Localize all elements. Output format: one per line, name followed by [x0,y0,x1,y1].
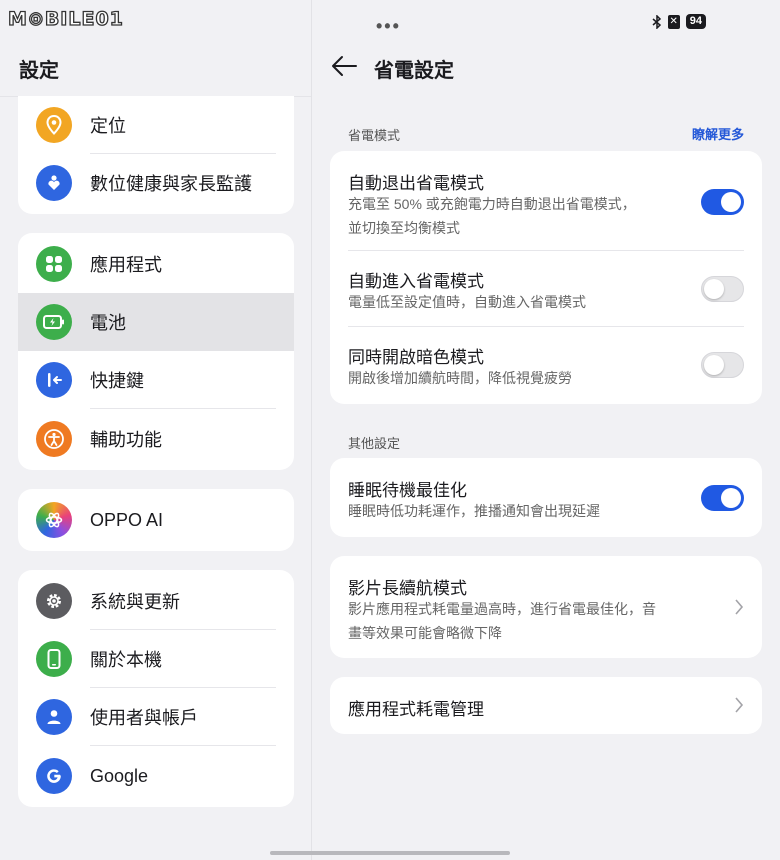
sidebar-item-label: 輔助功能 [90,430,162,450]
setting-row-sleep-standby[interactable]: 睡眠待機最佳化 睡眠時低功耗運作，推播通知會出現延遲 [330,458,762,537]
sidebar-item-google[interactable]: Google [18,747,294,805]
power-saving-card: 自動退出省電模式 充電至 50% 或充飽電力時自動退出省電模式， 並切換至均衡模… [330,151,762,404]
location-icon [36,107,72,143]
battery-level-badge: 94 [685,14,706,29]
setting-subtitle: 電量低至設定值時，自動進入省電模式 [348,294,586,310]
setting-row-video-endurance[interactable]: 影片長續航模式 影片應用程式耗電量過高時，進行省電最佳化，音 畫等效果可能會略微… [330,556,762,658]
status-bar: ✕ 94 [652,14,706,29]
sidebar-item-apps[interactable]: 應用程式 [18,235,294,293]
setting-title: 同時開啟暗色模式 [348,348,484,367]
setting-subtitle: 充電至 50% 或充飽電力時自動退出省電模式， 並切換至均衡模式 [348,192,636,240]
accessibility-icon [36,421,72,457]
setting-subtitle: 影片應用程式耗電量過高時，進行省電最佳化，音 畫等效果可能會略微下降 [348,597,656,645]
row-divider [90,745,276,746]
sim-off-icon: ✕ [667,14,680,29]
setting-title: 自動進入省電模式 [348,272,484,291]
section-header-other: 其他設定 [348,436,401,451]
sleep-standby-toggle[interactable] [701,485,744,511]
sidebar-item-label: OPPO AI [90,509,164,530]
auto-exit-toggle[interactable] [701,189,744,215]
settings-sidebar: M⊙BILE01 設定 定位 數位健康與家長監護 應用程式 電池 快捷鍵 輔助功… [0,0,311,860]
sidebar-item-label: 數位健康與家長監護 [90,174,252,194]
sidebar-item-digital-wellbeing[interactable]: 數位健康與家長監護 [18,154,294,212]
sidebar-item-users-accounts[interactable]: 使用者與帳戶 [18,688,294,746]
auto-enter-toggle[interactable] [701,276,744,302]
sidebar-item-label: 電池 [90,313,126,333]
sidebar-title: 設定 [19,60,59,82]
sidebar-card-4: 系統與更新 關於本機 使用者與帳戶 Google [18,570,294,807]
video-endurance-card: 影片長續航模式 影片應用程式耗電量過高時，進行省電最佳化，音 畫等效果可能會略微… [330,556,762,658]
subtitle-line: 影片應用程式耗電量過高時，進行省電最佳化，音 [348,601,656,617]
setting-title: 自動退出省電模式 [348,174,484,193]
sidebar-item-location[interactable]: 定位 [18,96,294,154]
sidebar-item-oppo-ai[interactable]: OPPO AI [18,491,294,549]
setting-row-app-power[interactable]: 應用程式耗電管理 [330,677,762,734]
setting-row-auto-exit[interactable]: 自動退出省電模式 充電至 50% 或充飽電力時自動退出省電模式， 並切換至均衡模… [330,151,762,251]
dark-mode-toggle[interactable] [701,352,744,378]
sidebar-item-accessibility[interactable]: 輔助功能 [18,410,294,468]
setting-row-auto-enter[interactable]: 自動進入省電模式 電量低至設定值時，自動進入省電模式 [330,251,762,327]
sidebar-item-label: Google [90,765,149,786]
sidebar-card-3: OPPO AI [18,489,294,551]
sidebar-card-2: 應用程式 電池 快捷鍵 輔助功能 [18,233,294,470]
sidebar-card-1: 定位 數位健康與家長監護 [18,96,294,214]
battery-saver-page: ••• ✕ 94 省電設定 省電模式 瞭解更多 自動退出省電模式 充電至 50%… [312,0,780,860]
bluetooth-icon [652,14,661,29]
battery-icon [36,304,72,340]
subtitle-line: 畫等效果可能會略微下降 [348,625,502,641]
sidebar-item-label: 關於本機 [90,650,162,670]
app-power-card: 應用程式耗電管理 [330,677,762,734]
back-arrow-icon[interactable] [330,54,358,78]
subtitle-line: 充電至 50% 或充飽電力時自動退出省電模式， [348,196,636,212]
learn-more-link[interactable]: 瞭解更多 [692,124,744,143]
page-title: 省電設定 [374,60,454,82]
setting-title: 影片長續航模式 [348,579,467,598]
shortcut-icon [36,362,72,398]
apps-icon [36,246,72,282]
chevron-right-icon [735,599,744,615]
sidebar-item-label: 使用者與帳戶 [90,708,198,728]
setting-title: 睡眠待機最佳化 [348,481,467,500]
oppo-ai-icon [36,502,72,538]
digital-wellbeing-icon [36,165,72,201]
row-divider [90,408,276,409]
section-header-power-saving: 省電模式 [348,128,401,143]
sleep-standby-card: 睡眠待機最佳化 睡眠時低功耗運作，推播通知會出現延遲 [330,458,762,537]
setting-subtitle: 睡眠時低功耗運作，推播通知會出現延遲 [348,503,600,519]
sidebar-item-about-phone[interactable]: 關於本機 [18,630,294,688]
sidebar-item-label: 應用程式 [90,255,162,275]
home-indicator[interactable] [270,851,510,855]
google-icon [36,758,72,794]
sidebar-item-label: 快捷鍵 [90,371,144,391]
setting-row-dark-mode[interactable]: 同時開啟暗色模式 開啟後增加續航時間，降低視覺疲勞 [330,327,762,404]
watermark-logo: M⊙BILE01 [7,6,124,32]
chevron-right-icon [735,697,744,713]
sidebar-item-label: 系統與更新 [90,592,180,612]
user-icon [36,699,72,735]
sidebar-item-system-update[interactable]: 系統與更新 [18,572,294,630]
sidebar-item-shortcuts[interactable]: 快捷鍵 [18,351,294,409]
multitask-dots[interactable]: ••• [376,16,401,37]
phone-icon [36,641,72,677]
sidebar-item-battery[interactable]: 電池 [18,293,294,351]
watermark-text: M⊙BILE01 [7,7,124,30]
subtitle-line: 並切換至均衡模式 [348,220,460,236]
setting-subtitle: 開啟後增加續航時間，降低視覺疲勞 [348,370,572,386]
setting-title: 應用程式耗電管理 [348,700,484,719]
sidebar-item-label: 定位 [90,116,126,136]
gear-icon [36,583,72,619]
